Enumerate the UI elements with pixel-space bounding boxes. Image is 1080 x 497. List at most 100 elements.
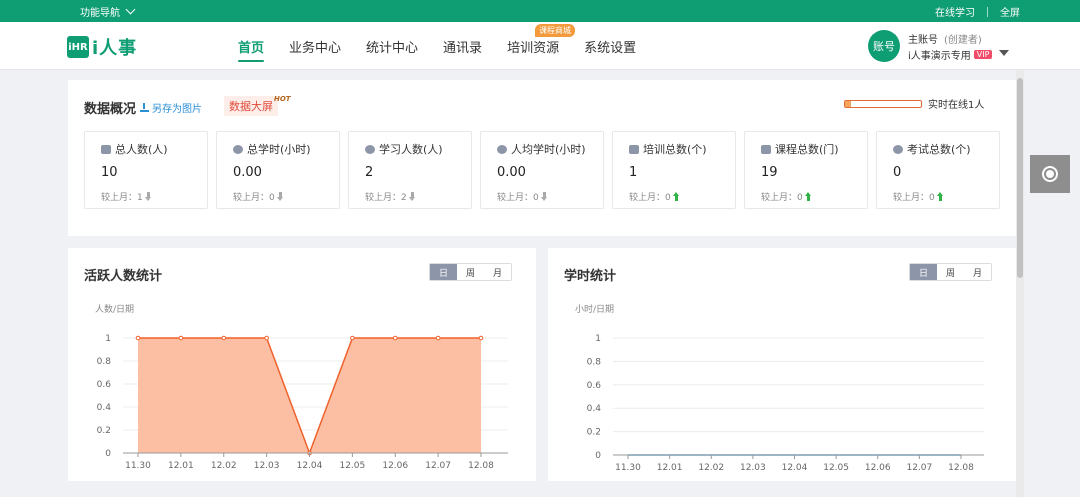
- y-axis-label: 人数/日期: [95, 303, 134, 315]
- data-point: [350, 335, 355, 341]
- function-nav-toggle[interactable]: 功能导航: [80, 4, 136, 19]
- y-tick-label: 0.2: [97, 426, 111, 436]
- overview-title: 数据概况: [84, 102, 137, 117]
- account-role: 主账号 (创建者): [908, 31, 982, 46]
- nav-item-statistics-center[interactable]: 统计中心: [366, 22, 418, 70]
- stat-compare: 较上月：0: [233, 190, 284, 203]
- period-week-button[interactable]: 周: [457, 264, 484, 280]
- save-as-image-link[interactable]: 另存为图片: [140, 100, 202, 115]
- course-mall-badge: 课程商城: [535, 24, 576, 37]
- vip-badge: VIP: [973, 50, 993, 59]
- area-fill: [138, 338, 481, 453]
- y-tick-label: 0.8: [587, 357, 602, 367]
- period-month-button[interactable]: 月: [484, 264, 511, 280]
- hot-badge: HOT: [274, 95, 291, 103]
- nav-item-label: 业务中心: [289, 40, 342, 56]
- online-learning-link[interactable]: 在线学习: [935, 4, 975, 19]
- stat-compare: 较上月：0: [497, 190, 548, 203]
- x-tick-label: 12.08: [468, 461, 494, 471]
- logo-text: i人事: [92, 38, 138, 59]
- function-nav-label: 功能导航: [80, 8, 120, 19]
- person-icon: [497, 144, 507, 154]
- stat-compare: 较上月：0: [893, 190, 944, 203]
- x-tick-label: 12.02: [211, 461, 237, 471]
- x-tick-label: 12.07: [425, 461, 451, 471]
- y-tick-label: 0: [105, 449, 111, 459]
- y-tick-label: 1: [105, 334, 111, 344]
- nav-item-label: 系统设置: [584, 40, 637, 56]
- chart-title: 活跃人数统计: [84, 269, 163, 284]
- nav-item-label: 首页: [238, 40, 265, 56]
- stat-card-avg-hours[interactable]: 人均学时(小时) 0.00 较上月：0: [480, 131, 604, 209]
- period-day-button[interactable]: 日: [910, 264, 937, 280]
- arrow-down-icon: [276, 192, 284, 201]
- x-tick-label: 12.05: [823, 463, 849, 473]
- period-week-button[interactable]: 周: [937, 264, 964, 280]
- x-tick-label: 12.07: [906, 463, 932, 473]
- study-hours-panel: 小时/日期 0 0.2 0.4 0.6 0.8 1 11.30 12.01 12.02 12.03 1…: [548, 248, 1016, 481]
- y-tick-label: 0.2: [587, 428, 601, 438]
- online-progress-bar: [844, 99, 922, 108]
- nav-item-label: 通讯录: [443, 40, 483, 56]
- nav-item-contacts[interactable]: 通讯录: [443, 22, 482, 70]
- nav-item-system-settings[interactable]: 系统设置: [584, 22, 636, 70]
- stat-value: 10: [101, 165, 118, 180]
- data-big-screen-button[interactable]: 数据大屏: [224, 96, 278, 116]
- arrow-down-icon: [408, 192, 416, 201]
- stat-value: 1: [629, 165, 638, 180]
- stat-card-total-people[interactable]: 总人数(人) 10 较上月：1: [84, 131, 208, 209]
- period-month-button[interactable]: 月: [964, 264, 991, 280]
- role-label: 主账号: [908, 35, 938, 46]
- stat-value: 0: [893, 165, 902, 180]
- arrow-down-icon: [144, 192, 152, 201]
- avatar[interactable]: 账号: [868, 30, 900, 62]
- logo[interactable]: iHR i人事: [67, 34, 137, 60]
- download-icon: [140, 103, 149, 112]
- nav-item-home[interactable]: 首页: [238, 22, 265, 70]
- stat-card-total-hours[interactable]: 总学时(小时) 0.00 较上月：0: [216, 131, 340, 209]
- header: iHR i人事 首页 业务中心 统计中心 通讯录 课程商城 培训资源 系统设置 …: [0, 22, 1080, 70]
- scrollbar-thumb[interactable]: [1017, 78, 1023, 278]
- stat-card-learners[interactable]: 学习人数(人) 2 较上月：2: [348, 131, 472, 209]
- nav-item-business-center[interactable]: 业务中心: [289, 22, 341, 70]
- stat-name: 课程总数(门): [761, 141, 839, 157]
- y-tick-label: 0: [595, 451, 601, 461]
- active-users-panel: 人数/日期 0 0.2 0.4 0.6 0.8 1 11.30 12.01 12.02 12.03 1…: [68, 248, 536, 481]
- nav-item-training-resources[interactable]: 课程商城 培训资源: [507, 22, 576, 70]
- data-point: [435, 335, 441, 341]
- stat-compare-label: 较上月：0: [629, 193, 671, 203]
- pin-icon: [893, 144, 903, 154]
- stat-name: 总学时(小时): [233, 141, 311, 157]
- stat-name: 人均学时(小时): [497, 141, 586, 157]
- caret-down-icon[interactable]: [999, 50, 1009, 56]
- top-bar: 功能导航 在线学习 全屏: [0, 0, 1080, 22]
- x-tick-label: 12.03: [740, 463, 766, 473]
- y-tick-label: 0.6: [587, 381, 602, 391]
- role-sub-label: (创建者): [944, 35, 982, 46]
- stat-name: 培训总数(个): [629, 141, 707, 157]
- customer-service-button[interactable]: [1030, 155, 1070, 193]
- fullscreen-link[interactable]: 全屏: [1000, 4, 1020, 19]
- stat-card-courses[interactable]: 课程总数(门) 19 较上月：0: [744, 131, 868, 209]
- stat-compare-label: 较上月：0: [761, 193, 803, 203]
- period-day-button[interactable]: 日: [430, 264, 457, 280]
- stat-label: 总学时(小时): [247, 143, 311, 156]
- y-tick-label: 0.8: [97, 357, 112, 367]
- stat-label: 学习人数(人): [379, 143, 443, 156]
- period-toggle: 日 周 月: [429, 263, 512, 281]
- arrow-up-icon: [804, 192, 812, 201]
- x-tick-label: 12.05: [339, 461, 365, 471]
- data-point: [135, 335, 141, 341]
- headset-icon: [1042, 166, 1058, 182]
- arrow-up-icon: [936, 192, 944, 201]
- stat-card-trainings[interactable]: 培训总数(个) 1 较上月：0: [612, 131, 736, 209]
- y-tick-label: 0.4: [97, 403, 112, 413]
- stat-value: 2: [365, 165, 374, 180]
- nav-item-label: 培训资源: [507, 40, 560, 56]
- stat-label: 培训总数(个): [643, 143, 707, 156]
- y-tick-label: 0.6: [97, 380, 112, 390]
- stat-card-exams[interactable]: 考试总数(个) 0 较上月：0: [876, 131, 1000, 209]
- stat-compare-label: 较上月：0: [497, 193, 539, 203]
- arrow-up-icon: [672, 192, 680, 201]
- stat-compare: 较上月：0: [629, 190, 680, 203]
